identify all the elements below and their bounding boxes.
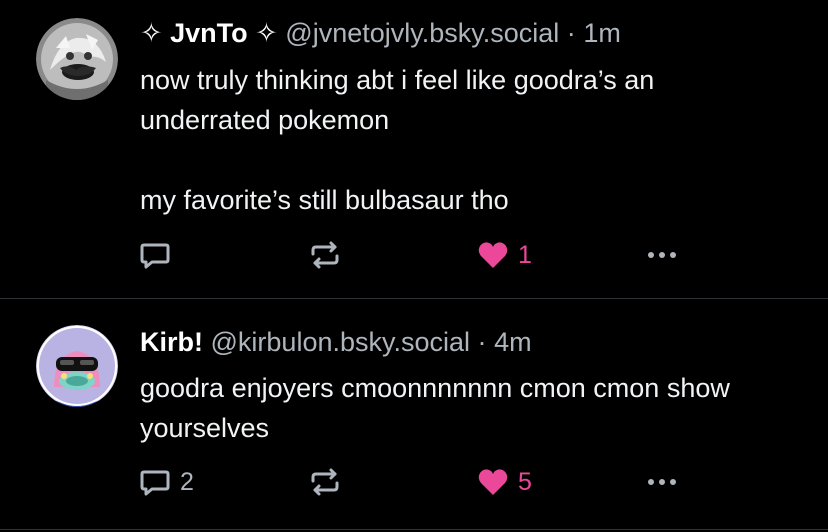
like-button[interactable]: 1 [476,238,532,272]
repost-icon [311,468,339,496]
post-header: ✧ JvnTo ✧ @jvnetojvly.bsky.social · 1m [140,16,621,50]
post-text-line: now truly thinking abt i feel like goodr… [140,65,655,135]
post-text-line: goodra enjoyers cmoonnnnnnn cmon cmon sh… [140,373,730,443]
repost-icon [311,241,339,269]
reply-button[interactable] [138,238,180,272]
post-text: goodra enjoyers cmoonnnnnnn cmon cmon sh… [140,368,790,448]
more-options-button[interactable] [642,238,682,272]
more-icon [648,252,676,258]
post-text-line: my favorite’s still bulbasaur tho [140,185,509,215]
post-divider [0,529,828,530]
repost-button[interactable] [308,238,342,272]
post[interactable]: ✧ JvnTo ✧ @jvnetojvly.bsky.social · 1m n… [0,0,828,298]
reply-button[interactable]: 2 [138,465,194,499]
more-options-button[interactable] [642,465,682,499]
separator-dot: · [566,18,576,48]
display-name[interactable]: Kirb! [140,327,203,357]
avatar[interactable] [36,18,118,100]
post-header: Kirb! @kirbulon.bsky.social · 4m [140,325,532,359]
like-count: 5 [518,467,532,496]
post[interactable]: Kirb! @kirbulon.bsky.social · 4m goodra … [0,299,828,529]
more-icon [648,479,676,485]
reply-count: 2 [180,467,194,496]
repost-button[interactable] [308,465,342,499]
like-count: 1 [518,240,532,269]
post-actions: 1 [138,238,698,272]
timestamp[interactable]: 1m [583,18,621,48]
heart-icon [478,242,508,268]
separator-dot: · [477,327,487,357]
handle[interactable]: @kirbulon.bsky.social [211,327,471,357]
reply-icon [140,470,170,496]
post-text: now truly thinking abt i feel like goodr… [140,60,790,220]
avatar-image [36,325,118,407]
like-button[interactable]: 5 [476,465,532,499]
post-actions: 2 5 [138,465,698,499]
timestamp[interactable]: 4m [494,327,532,357]
avatar[interactable] [36,325,118,407]
heart-icon [478,469,508,495]
reply-icon [140,243,170,269]
display-name[interactable]: ✧ JvnTo ✧ [140,18,278,48]
handle[interactable]: @jvnetojvly.bsky.social [285,18,559,48]
avatar-image [36,18,118,100]
